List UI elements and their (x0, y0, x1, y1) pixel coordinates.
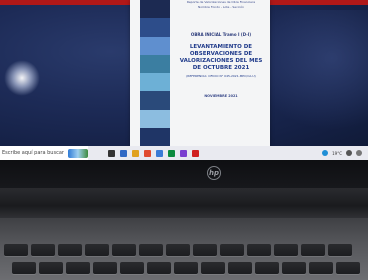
document-area: OBRA INICIAL Tramo I (D-I) (190, 32, 252, 37)
keyboard-key (147, 262, 171, 274)
keyboard-key (201, 262, 225, 274)
weather-temperature: 19°C (332, 150, 342, 156)
keyboard-key (120, 262, 144, 274)
taskbar-app-icon[interactable] (156, 149, 163, 157)
keyboard-key (255, 262, 279, 274)
keyboard-key (12, 262, 36, 274)
stripe-block (140, 18, 170, 37)
taskbar-app-icon[interactable] (168, 149, 175, 157)
keyboard-key (85, 244, 109, 256)
keyboard-key (93, 262, 117, 274)
search-highlight-icon (67, 148, 88, 158)
taskbar-app-icon[interactable] (144, 149, 151, 157)
document-subtitle: (REFERENCIA: OFICIO N° 045-2021-MPC/CA-U… (186, 74, 256, 78)
meta-line-2: Nombre Fondo - Lote - Sección (197, 5, 245, 9)
keyboard-key (336, 262, 360, 274)
keyboard-key (4, 244, 28, 256)
taskbar-search[interactable]: Escribe aquí para buscar (0, 146, 88, 160)
keyboard-deck (0, 218, 368, 280)
stripe-block (140, 91, 170, 110)
keyboard-key (247, 244, 271, 256)
keyboard-row (4, 244, 352, 258)
cover-color-stripe (140, 0, 170, 146)
keyboard-key (220, 244, 244, 256)
document-title: LEVANTAMIENTO DE OBSERVACIONES DE VALORI… (179, 44, 263, 71)
document-meta: Reporte de Valorizaciones de Obra Financ… (178, 0, 264, 10)
light-glare (4, 60, 40, 96)
photo: Reporte de Valorizaciones de Obra Financ… (0, 0, 368, 280)
stripe-block (140, 127, 170, 146)
keyboard-key (328, 244, 352, 256)
keyboard-key (58, 244, 82, 256)
system-tray: 19°C (322, 150, 362, 156)
keyboard-key (309, 262, 333, 274)
search-placeholder: Escribe aquí para buscar (2, 150, 64, 156)
taskbar-app-icon[interactable] (180, 149, 187, 157)
document-page: Reporte de Valorizaciones de Obra Financ… (130, 0, 270, 146)
stripe-block (140, 54, 170, 73)
volume-icon[interactable] (356, 150, 362, 156)
keyboard-key (31, 244, 55, 256)
taskbar-app-icon[interactable] (120, 149, 127, 157)
taskbar-app-icon[interactable] (132, 149, 139, 157)
keyboard-key (274, 244, 298, 256)
laptop-hinge (0, 188, 368, 218)
keyboard-key (39, 262, 63, 274)
taskbar-app-icon[interactable] (108, 149, 115, 157)
taskbar-app-icon[interactable] (192, 149, 199, 157)
keyboard-key (301, 244, 325, 256)
stripe-block (140, 0, 170, 19)
keyboard-key (166, 244, 190, 256)
taskbar: Escribe aquí para buscar 19°C (0, 146, 368, 160)
keyboard-key (174, 262, 198, 274)
keyboard-key (66, 262, 90, 274)
weather-icon[interactable] (322, 150, 329, 156)
stripe-block (140, 73, 170, 92)
document-date: NOVIEMBRE 2021 (204, 94, 238, 98)
laptop-screen: Reporte de Valorizaciones de Obra Financ… (0, 0, 368, 148)
keyboard-key (282, 262, 306, 274)
stripe-block (140, 36, 170, 55)
stripe-block (140, 109, 170, 128)
network-icon[interactable] (346, 150, 352, 156)
laptop-bezel (0, 160, 368, 188)
keyboard-key (228, 262, 252, 274)
taskbar-app-icons (108, 149, 199, 157)
hp-logo: hp (207, 166, 221, 180)
keyboard-key (112, 244, 136, 256)
keyboard-key (193, 244, 217, 256)
keyboard-row (12, 262, 360, 276)
keyboard-key (139, 244, 163, 256)
